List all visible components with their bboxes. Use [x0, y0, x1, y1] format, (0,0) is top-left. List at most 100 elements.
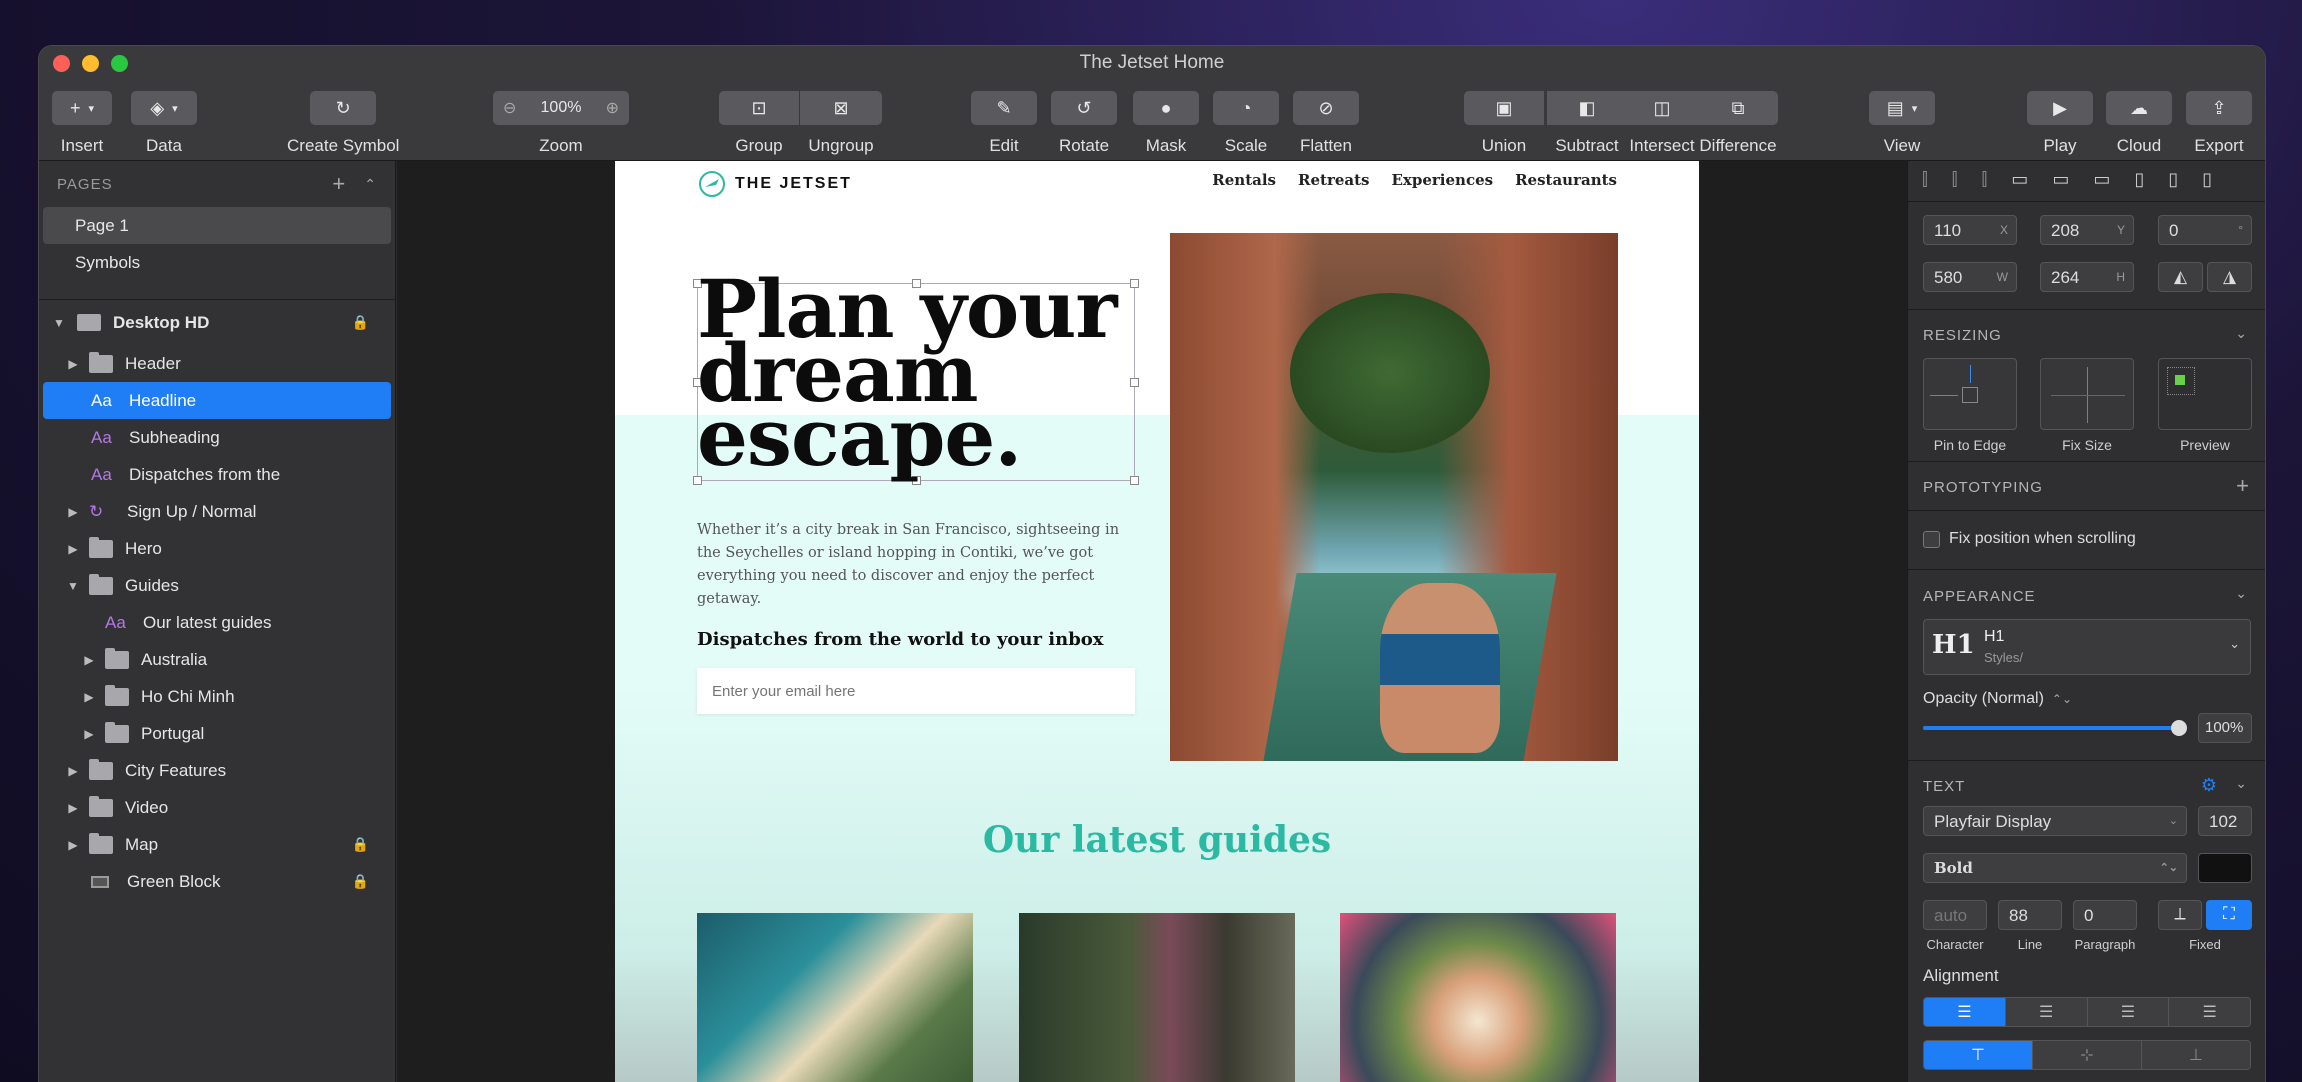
layer-row[interactable]: ▶ Video	[39, 789, 395, 826]
y-field[interactable]: 208 Y	[2040, 215, 2134, 245]
lock-icon[interactable]: 🔒	[352, 314, 369, 331]
chevron-down-icon[interactable]: ⌄	[2235, 325, 2247, 342]
email-input[interactable]	[697, 668, 1135, 714]
share-icon[interactable]: ⇪	[2186, 91, 2252, 125]
flip-vertical-icon[interactable]: ◮	[2207, 262, 2252, 292]
play-icon[interactable]: ▶	[2027, 91, 2093, 125]
nav-rentals[interactable]: Rentals	[1212, 171, 1276, 189]
subheading[interactable]: Whether it’s a city break in San Francis…	[697, 519, 1127, 611]
disclosure-open-icon[interactable]: ▼	[53, 316, 65, 330]
rotation-field[interactable]: 0 °	[2158, 215, 2252, 245]
guides-title[interactable]: Our latest guides	[615, 819, 1699, 861]
page-item[interactable]: Page 1	[43, 207, 391, 244]
layer-row[interactable]: ▶ Australia	[39, 641, 395, 678]
flatten-icon[interactable]: ⊘	[1293, 91, 1359, 125]
difference-icon[interactable]: ⧉	[1698, 91, 1778, 125]
valign-middle-icon[interactable]: ⊹	[2032, 1041, 2141, 1069]
create-symbol-tool[interactable]: ↻ Create Symbol	[287, 91, 399, 156]
chevron-down-icon[interactable]: ⌄	[2235, 775, 2247, 792]
align-text-justify-icon[interactable]: ☰	[2168, 998, 2250, 1026]
disclosure-icon[interactable]: ▶	[83, 727, 95, 741]
intersect-icon[interactable]: ◫	[1622, 91, 1702, 125]
view-icon[interactable]: ▤ ▾	[1869, 91, 1935, 125]
layer-row[interactable]: Aa Subheading	[39, 419, 395, 456]
subtract-tool[interactable]: ◧ Subtract	[1547, 91, 1627, 156]
dispatch-title[interactable]: Dispatches from the world to your inbox	[697, 629, 1104, 650]
fixed-size-icon[interactable]: ⛶	[2206, 900, 2252, 930]
layer-row[interactable]: ▶ Ho Chi Minh	[39, 678, 395, 715]
headline[interactable]: Plan your dream escape.	[697, 269, 1118, 477]
zoom-in-icon[interactable]: ⊕	[606, 98, 619, 118]
disclosure-icon[interactable]: ▶	[67, 357, 79, 371]
valign-top-icon[interactable]: ⊤	[1924, 1041, 2032, 1069]
insert-tool[interactable]: + ▾ Insert	[52, 91, 112, 156]
add-prototyping-icon[interactable]: +	[2236, 473, 2249, 499]
group-icon[interactable]: ⊡	[719, 91, 799, 125]
site-logo[interactable]: THE JETSET	[735, 175, 852, 193]
union-tool[interactable]: ▣ Union	[1464, 91, 1544, 156]
nav-retreats[interactable]: Retreats	[1298, 171, 1369, 189]
text-color-swatch[interactable]	[2198, 853, 2252, 883]
group-tool[interactable]: ⊡ Group	[719, 91, 799, 156]
ungroup-tool[interactable]: ⊠ Ungroup	[800, 91, 882, 156]
opacity-label-row[interactable]: Opacity (Normal) ⌃⌄	[1923, 690, 2072, 708]
layer-row[interactable]: ▶ Hero	[39, 530, 395, 567]
fix-position-row[interactable]: Fix position when scrolling	[1923, 530, 2136, 548]
layer-row[interactable]: ▶ Header	[39, 345, 395, 382]
layer-row-selected[interactable]: Aa Headline	[43, 382, 391, 419]
disclosure-icon[interactable]: ▶	[67, 838, 79, 852]
font-size-field[interactable]: 102	[2198, 806, 2252, 836]
view-tool[interactable]: ▤ ▾ View	[1869, 91, 1935, 156]
disclosure-icon[interactable]: ▶	[67, 764, 79, 778]
layer-row[interactable]: Aa Our latest guides	[39, 604, 395, 641]
text-style-picker[interactable]: H1 H1 Styles/ ⌄	[1923, 619, 2251, 675]
layer-row[interactable]: ▶ Map 🔒	[39, 826, 395, 863]
layer-row[interactable]: ▼ Guides	[39, 567, 395, 604]
align-text-right-icon[interactable]: ☰	[2086, 998, 2169, 1026]
plus-icon[interactable]: + ▾	[52, 91, 112, 125]
zoom-tool[interactable]: ⊖ 100% ⊕ Zoom	[493, 91, 629, 156]
height-field[interactable]: 264 H	[2040, 262, 2134, 292]
opacity-field[interactable]: 100%	[2198, 713, 2252, 743]
subtract-icon[interactable]: ◧	[1547, 91, 1627, 125]
union-icon[interactable]: ▣	[1464, 91, 1544, 125]
guide-image-australia[interactable]	[697, 913, 973, 1082]
zoom-value[interactable]: 100%	[541, 99, 582, 117]
pin-to-edge-control[interactable]	[1923, 358, 2017, 430]
flip-horizontal-icon[interactable]: ◭	[2158, 262, 2203, 292]
nav-restaurants[interactable]: Restaurants	[1515, 171, 1617, 189]
layer-row[interactable]: Aa Dispatches from the	[39, 456, 395, 493]
cloud-icon[interactable]: ☁	[2106, 91, 2172, 125]
disclosure-icon[interactable]: ▶	[83, 653, 95, 667]
collapse-icon[interactable]: ⌃	[364, 176, 377, 193]
page-item[interactable]: Symbols	[39, 244, 395, 281]
play-tool[interactable]: ▶ Play	[2027, 91, 2093, 156]
add-page-icon[interactable]: +	[332, 171, 346, 197]
line-height-field[interactable]: 88	[1998, 900, 2062, 930]
disclosure-icon[interactable]: ▶	[67, 542, 79, 556]
guide-image-portugal[interactable]	[1340, 913, 1616, 1082]
opacity-slider[interactable]	[1923, 720, 2187, 736]
symbol-icon[interactable]: ↻	[310, 91, 377, 125]
disclosure-icon[interactable]: ▶	[67, 505, 79, 519]
align-right-icon[interactable]: ⫿	[1982, 169, 1988, 190]
font-family-select[interactable]: Playfair Display ⌄	[1923, 806, 2187, 836]
rotate-icon[interactable]: ↺	[1051, 91, 1117, 125]
flatten-tool[interactable]: ⊘ Flatten	[1293, 91, 1359, 156]
lock-icon[interactable]: 🔒	[352, 873, 369, 890]
guide-image-ho-chi-minh[interactable]	[1019, 913, 1295, 1082]
character-field[interactable]: auto	[1923, 900, 1987, 930]
fix-size-control[interactable]	[2040, 358, 2134, 430]
mask-tool[interactable]: ● Mask	[1133, 91, 1199, 156]
layer-row[interactable]: ▶ City Features	[39, 752, 395, 789]
paragraph-field[interactable]: 0	[2073, 900, 2137, 930]
align-top-icon[interactable]: ▭	[2011, 169, 2028, 190]
export-tool[interactable]: ⇪ Export	[2186, 91, 2252, 156]
lock-icon[interactable]: 🔒	[352, 836, 369, 853]
gear-icon[interactable]: ⚙	[2201, 775, 2217, 796]
data-tool[interactable]: ◈ ▾ Data	[131, 91, 197, 156]
scale-tool[interactable]: ◔ Scale	[1213, 91, 1279, 156]
scale-icon[interactable]: ◔	[1213, 91, 1279, 125]
artboard-row[interactable]: ▼ Desktop HD 🔒	[39, 300, 395, 345]
auto-height-icon[interactable]: ⟂	[2158, 900, 2202, 930]
